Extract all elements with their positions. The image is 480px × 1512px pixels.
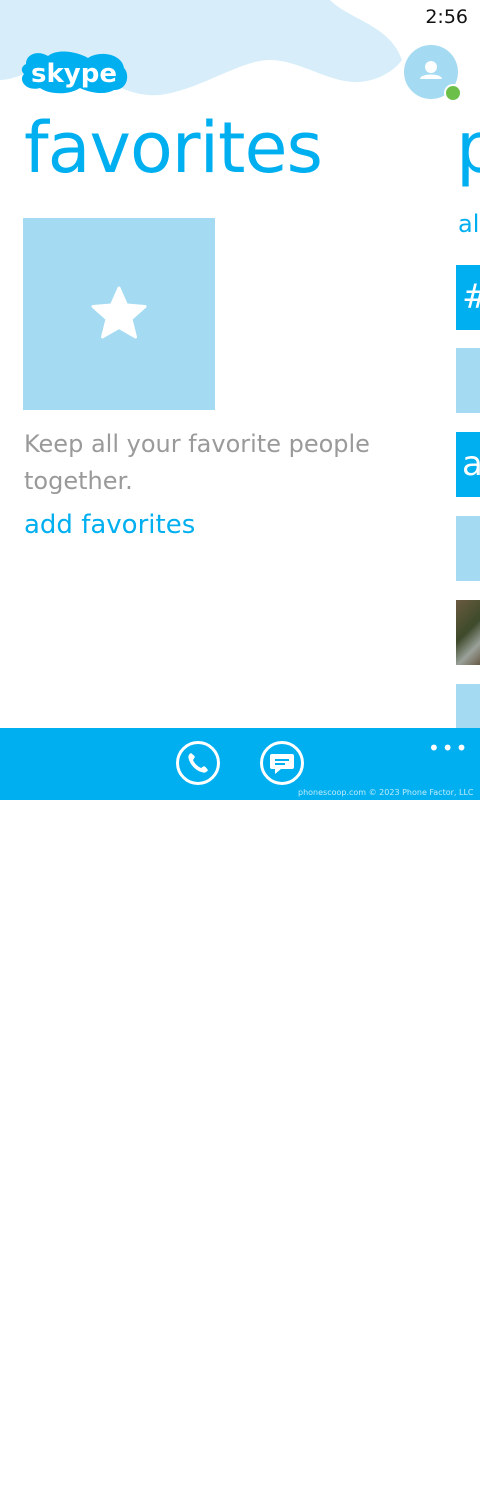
watermark-line-2: scoop (358, 1471, 470, 1512)
page-title: favorites (24, 107, 323, 189)
presence-status-dot (444, 84, 462, 102)
empty-favorites-message: Keep all your favorite people together. (24, 430, 370, 495)
favorites-placeholder-tile (23, 218, 215, 410)
group-header-tile[interactable]: # (456, 265, 480, 330)
group-header-tile[interactable]: a (456, 432, 480, 497)
contact-photo-tile[interactable] (456, 600, 480, 665)
watermark-line-1: Phone (334, 1441, 454, 1481)
contact-tile[interactable] (456, 516, 480, 581)
profile-avatar-button[interactable] (404, 45, 462, 102)
chat-button[interactable] (260, 741, 304, 785)
add-favorites-link[interactable]: add favorites (24, 510, 195, 540)
next-panel-title-peek[interactable]: p (456, 106, 480, 190)
people-filter-peek[interactable]: al (458, 210, 479, 238)
skype-logo-text: skype (31, 59, 117, 89)
ellipsis-icon[interactable]: ••• (428, 738, 469, 758)
skype-logo: skype (18, 50, 130, 96)
star-icon (91, 286, 147, 339)
chat-icon (270, 754, 294, 774)
watermark-logo: Phone scoop (328, 1441, 470, 1512)
status-time: 2:56 (425, 6, 468, 28)
watermark-footer: phonescoop.com © 2023 Phone Factor, LLC (298, 788, 474, 797)
call-button[interactable] (176, 741, 220, 785)
phone-icon (188, 753, 208, 773)
contact-tile[interactable] (456, 348, 480, 413)
